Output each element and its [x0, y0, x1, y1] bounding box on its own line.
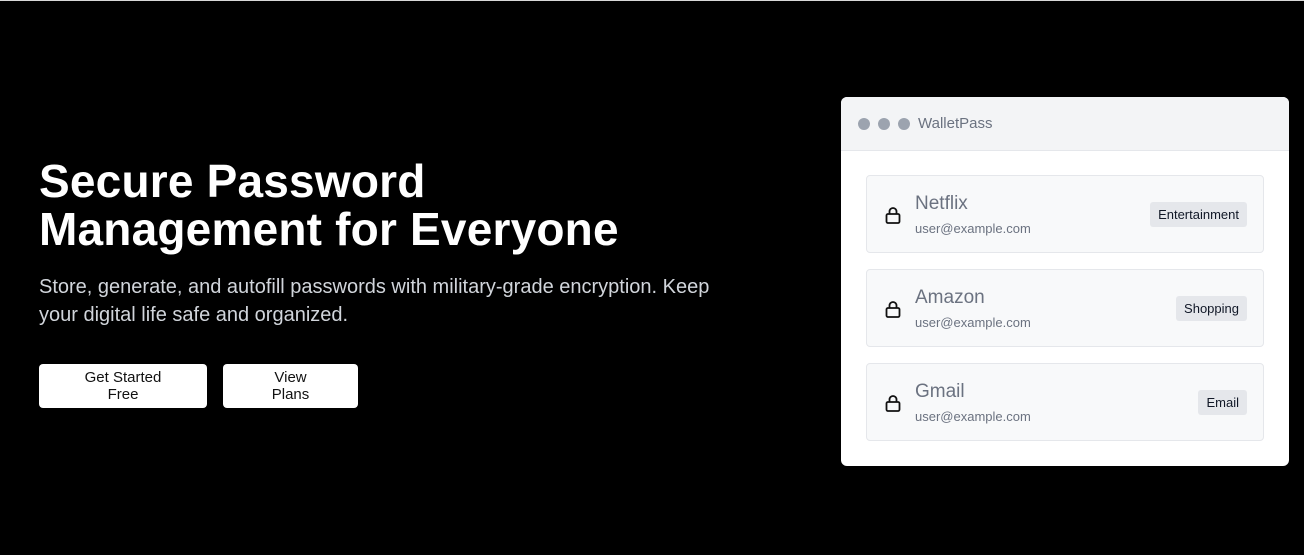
category-badge: Entertainment — [1150, 201, 1247, 227]
item-info: Gmail user@example.com — [915, 381, 1198, 424]
window-titlebar: WalletPass — [841, 97, 1289, 151]
view-plans-button[interactable]: View Plans — [223, 364, 358, 408]
window-dot-minimize — [878, 117, 890, 130]
item-name: Amazon — [915, 286, 985, 308]
hero-title-line1: Secure Password — [39, 155, 426, 207]
window-dot-maximize — [898, 117, 910, 130]
hero-title-line2: Management for Everyone — [39, 203, 619, 255]
hero-subtitle: Store, generate, and autofill passwords … — [39, 276, 710, 326]
item-email: user@example.com — [915, 408, 1031, 424]
item-info: Netflix user@example.com — [915, 193, 1150, 236]
hero-title: Secure Password Management for Everyone — [39, 157, 739, 253]
lock-icon — [885, 301, 901, 318]
app-title: WalletPass — [918, 115, 993, 132]
category-badge: Email — [1198, 389, 1247, 415]
category-badge: Shopping — [1176, 295, 1247, 321]
landing-page: Secure Password Management for Everyone … — [0, 0, 1304, 555]
password-item-amazon[interactable]: Amazon user@example.com Shopping — [866, 269, 1264, 347]
password-item-gmail[interactable]: Gmail user@example.com Email — [866, 363, 1264, 441]
item-email: user@example.com — [915, 220, 1031, 236]
item-email: user@example.com — [915, 314, 1031, 330]
password-list: Netflix user@example.com Entertainment A… — [841, 151, 1289, 441]
app-preview-window: WalletPass Netflix user@example.com Ente… — [841, 97, 1289, 466]
window-dot-close — [858, 117, 870, 130]
lock-icon — [885, 395, 901, 412]
item-name: Netflix — [915, 192, 968, 214]
password-item-netflix[interactable]: Netflix user@example.com Entertainment — [866, 175, 1264, 253]
hero-section: Secure Password Management for Everyone … — [39, 157, 739, 408]
item-info: Amazon user@example.com — [915, 287, 1176, 330]
item-name: Gmail — [915, 380, 965, 402]
hero-buttons: Get Started Free View Plans — [39, 364, 739, 408]
get-started-button[interactable]: Get Started Free — [39, 364, 207, 408]
lock-icon — [885, 207, 901, 224]
